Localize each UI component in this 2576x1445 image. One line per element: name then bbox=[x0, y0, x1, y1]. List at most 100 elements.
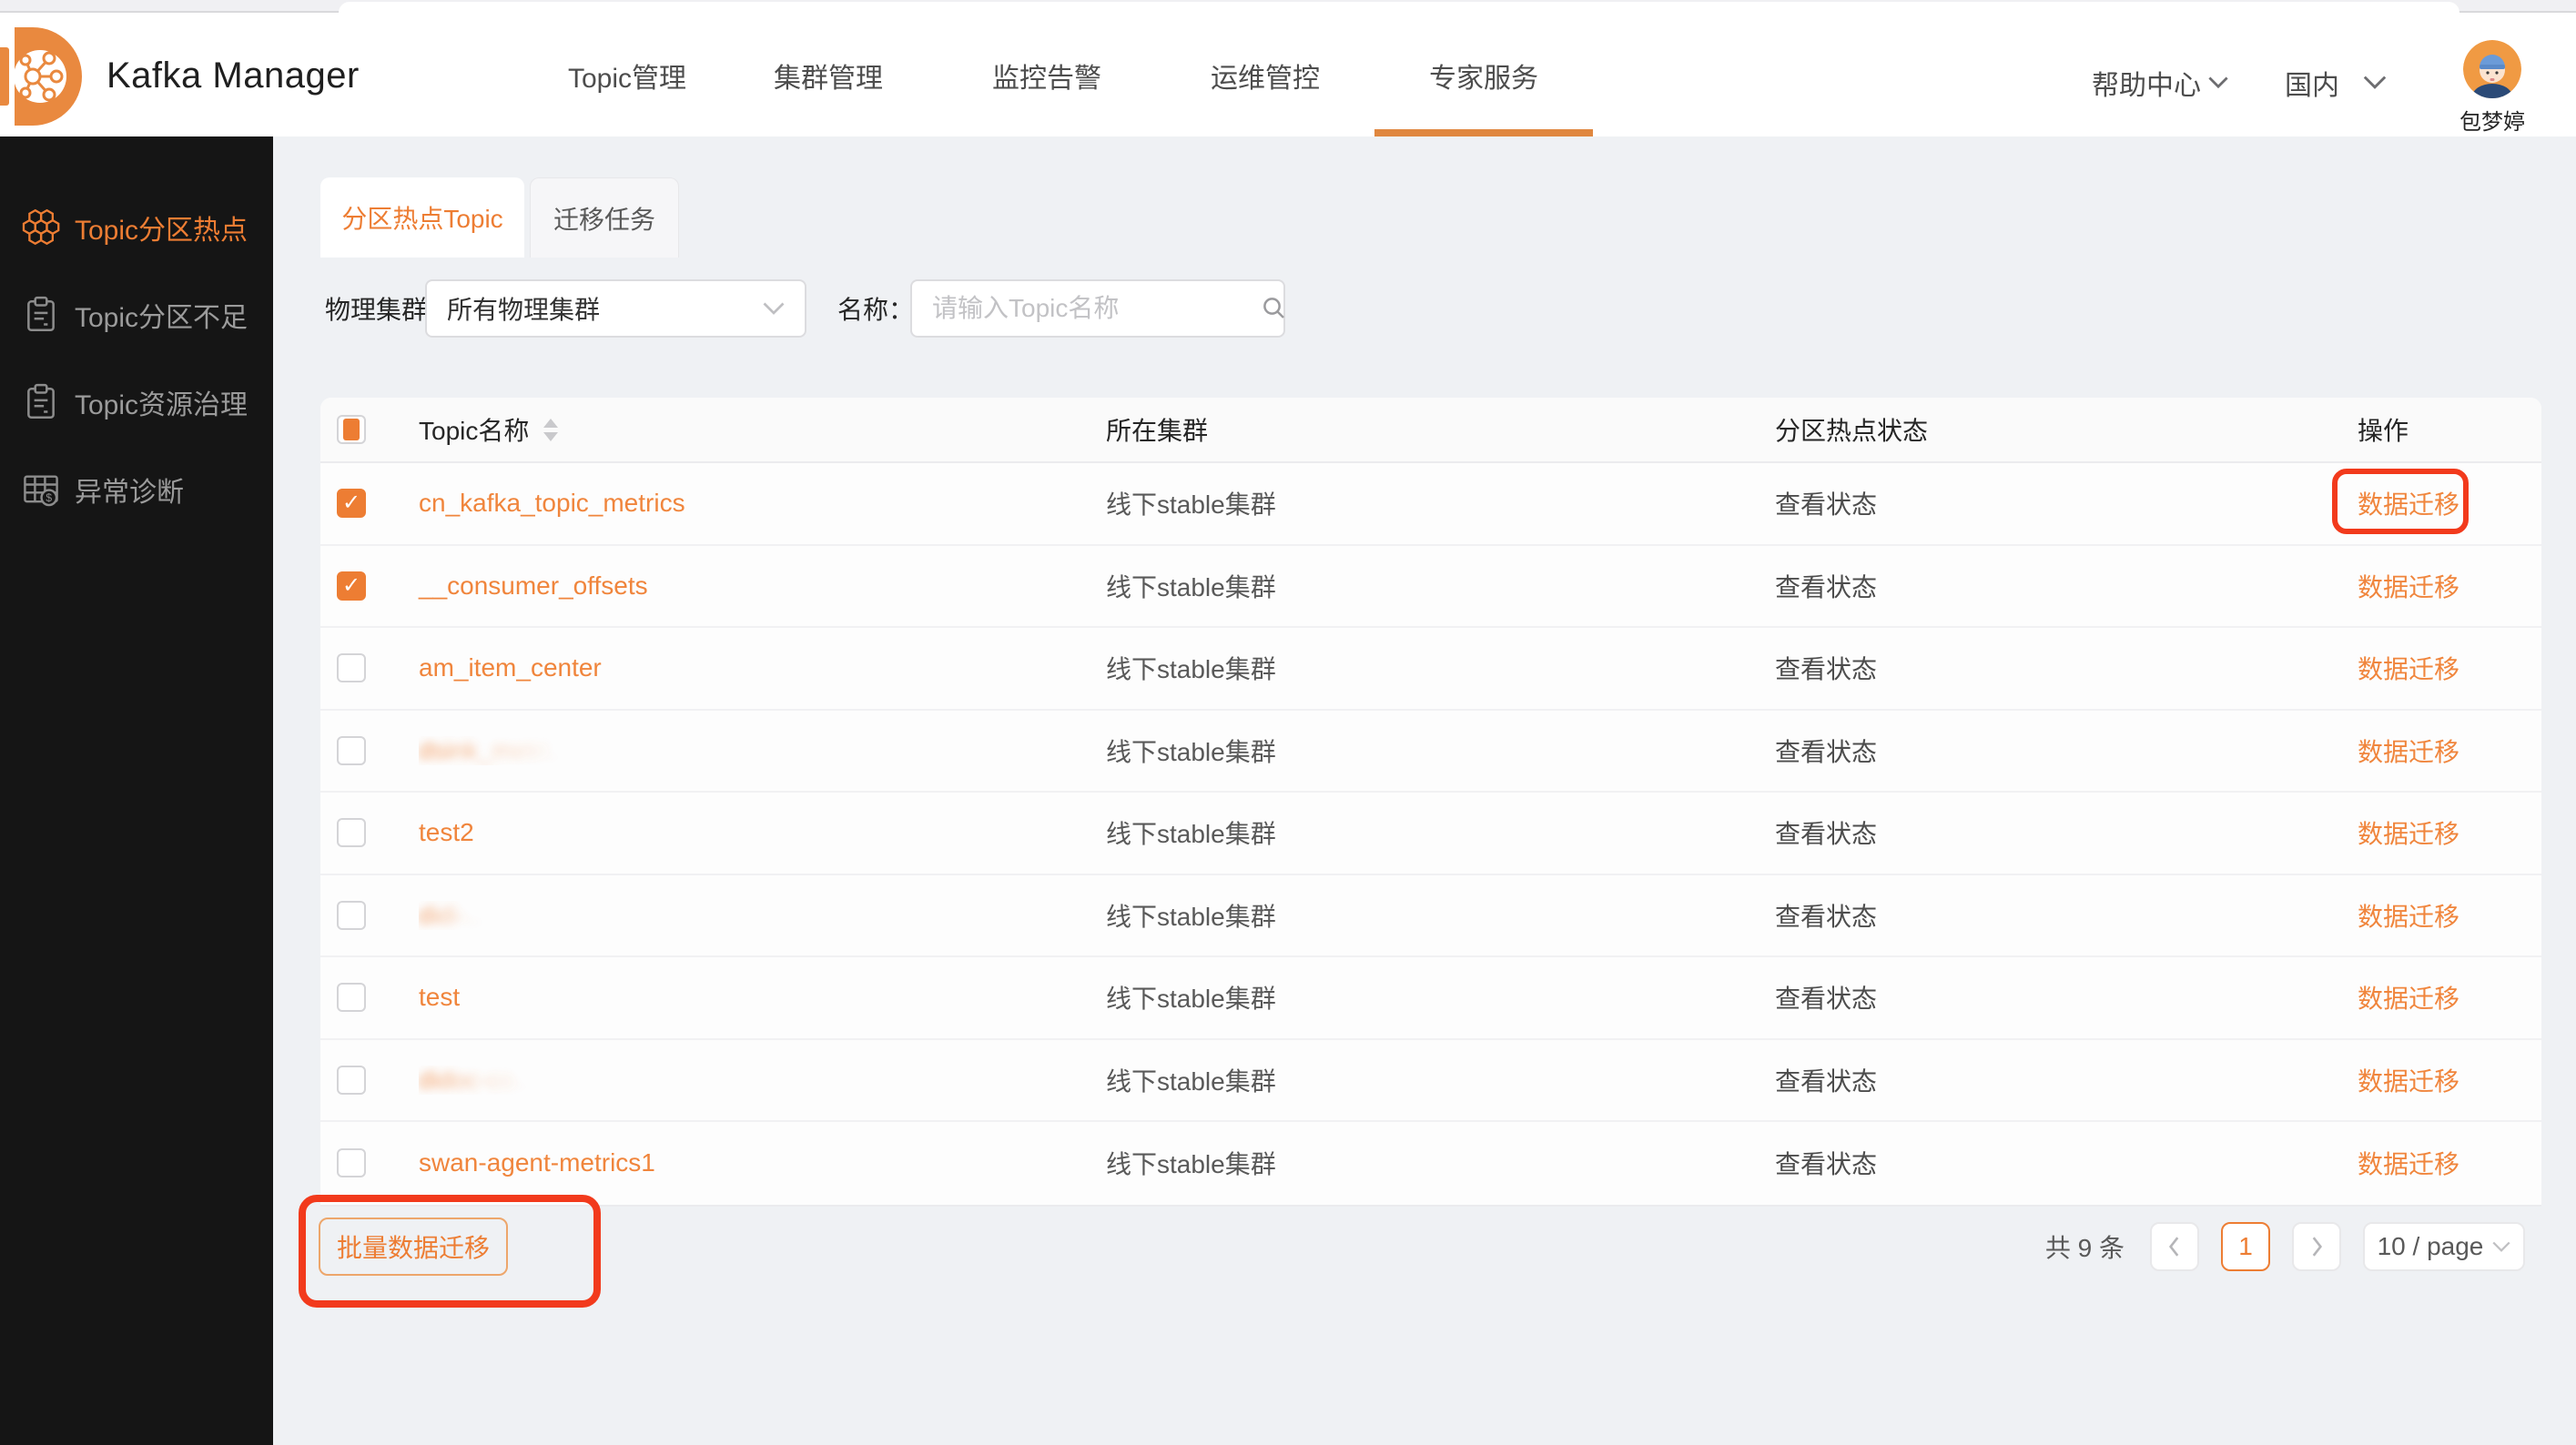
sidebar-item-label: Topic资源治理 bbox=[75, 382, 248, 422]
user-block[interactable]: 包梦婷 bbox=[2459, 40, 2525, 136]
pagination-prev-button[interactable] bbox=[2150, 1222, 2199, 1271]
table-row: ✓ swan-agent-metrics1 线下stable集群 查看状态 数据… bbox=[320, 1122, 2541, 1205]
chevron-down-icon bbox=[763, 302, 785, 316]
data-migration-link[interactable]: 数据迁移 bbox=[2358, 1145, 2459, 1181]
view-status-link[interactable]: 查看状态 bbox=[1775, 1145, 1877, 1181]
data-migration-link[interactable]: 数据迁移 bbox=[2358, 733, 2459, 769]
view-status-link[interactable]: 查看状态 bbox=[1775, 485, 1877, 521]
physical-cluster-value: 所有物理集群 bbox=[447, 290, 763, 327]
table-row: ✓ test2 线下stable集群 查看状态 数据迁移 bbox=[320, 793, 2541, 875]
main-nav: Topic管理 集群管理 监控告警 运维管控 专家服务 bbox=[555, 15, 1648, 136]
topic-name-link[interactable]: cn_kafka_topic_metrics bbox=[419, 489, 685, 518]
tab-migration-tasks[interactable]: 迁移任务 bbox=[530, 177, 679, 258]
topic-name-link[interactable]: dsink_metri... bbox=[419, 736, 571, 765]
table-row: ✓ didi-... 线下stable集群 查看状态 数据迁移 bbox=[320, 875, 2541, 958]
view-status-link[interactable]: 查看状态 bbox=[1775, 979, 1877, 1016]
browser-omnibox-bottom bbox=[339, 2, 2459, 13]
data-migration-link[interactable]: 数据迁移 bbox=[2358, 1062, 2459, 1098]
user-avatar[interactable] bbox=[2463, 40, 2521, 98]
data-migration-link[interactable]: 数据迁移 bbox=[2358, 485, 2459, 521]
data-migration-link[interactable]: 数据迁移 bbox=[2358, 979, 2459, 1016]
nav-topic-management[interactable]: Topic管理 bbox=[555, 15, 699, 136]
sidebar-item-label: Topic分区不足 bbox=[75, 295, 248, 335]
nav-monitor-alert[interactable]: 监控告警 bbox=[992, 15, 1101, 136]
topic-name-link[interactable]: didi-... bbox=[419, 901, 488, 930]
topic-name-search bbox=[910, 279, 1285, 338]
topic-name-link[interactable]: didoc-co... bbox=[419, 1066, 536, 1095]
sidebar-item-label: 异常诊断 bbox=[75, 470, 184, 510]
table-header-row: Topic名称 所在集群 分区热点状态 操作 bbox=[320, 398, 2541, 463]
row-checkbox[interactable]: ✓ bbox=[337, 818, 366, 847]
tab-partition-hotspot-topic[interactable]: 分区热点Topic bbox=[320, 177, 524, 258]
sidebar-item-topic-partition-hotspot[interactable]: Topic分区热点 bbox=[0, 184, 273, 271]
sort-toggle-icon[interactable] bbox=[543, 419, 558, 441]
header-right: 帮助中心 国内 bbox=[2092, 15, 2525, 151]
data-migration-link[interactable]: 数据迁移 bbox=[2358, 650, 2459, 686]
view-status-link[interactable]: 查看状态 bbox=[1775, 733, 1877, 769]
data-migration-link[interactable]: 数据迁移 bbox=[2358, 814, 2459, 851]
batch-data-migration-button[interactable]: 批量数据迁移 bbox=[319, 1218, 508, 1276]
cluster-cell: 线下stable集群 bbox=[1106, 733, 1775, 769]
physical-cluster-select[interactable]: 所有物理集群 bbox=[425, 279, 806, 338]
topic-name-link[interactable]: swan-agent-metrics1 bbox=[419, 1148, 655, 1177]
nav-expert-service[interactable]: 专家服务 bbox=[1429, 15, 1538, 136]
row-checkbox[interactable]: ✓ bbox=[337, 1148, 366, 1177]
column-cluster: 所在集群 bbox=[1106, 411, 1775, 448]
search-icon[interactable] bbox=[1261, 295, 1288, 322]
cluster-cell: 线下stable集群 bbox=[1106, 979, 1775, 1016]
topic-name-link[interactable]: __consumer_offsets bbox=[419, 571, 648, 601]
cluster-cell: 线下stable集群 bbox=[1106, 814, 1775, 851]
sidebar-item-anomaly-diagnosis[interactable]: $ 异常诊断 bbox=[0, 446, 273, 533]
browser-edge-strip bbox=[0, 0, 2576, 13]
sidebar-item-topic-partition-insufficient[interactable]: Topic分区不足 bbox=[0, 271, 273, 359]
cluster-cell: 线下stable集群 bbox=[1106, 897, 1775, 934]
select-all-checkbox[interactable] bbox=[337, 415, 366, 444]
app-header: Kafka Manager Topic管理 集群管理 监控告警 运维管控 专家服… bbox=[0, 15, 2576, 136]
help-center-label: 帮助中心 bbox=[2092, 63, 2201, 103]
topic-name-link[interactable]: test2 bbox=[419, 818, 474, 847]
table-row: ✓ __consumer_offsets 线下stable集群 查看状态 数据迁… bbox=[320, 546, 2541, 629]
topic-name-link[interactable]: test bbox=[419, 983, 460, 1012]
nav-cluster-management[interactable]: 集群管理 bbox=[774, 15, 883, 136]
column-topic-name: Topic名称 bbox=[419, 411, 529, 448]
sidebar: Topic分区热点 Topic分区不足 bbox=[0, 136, 273, 1445]
view-status-link[interactable]: 查看状态 bbox=[1775, 650, 1877, 686]
main-content: 分区热点Topic 迁移任务 物理集群： 所有物理集群 名称： bbox=[273, 136, 2576, 1445]
cluster-cell: 线下stable集群 bbox=[1106, 1062, 1775, 1098]
pagination: 共 9 条 1 10 / page bbox=[2045, 1221, 2525, 1272]
row-checkbox[interactable]: ✓ bbox=[337, 1066, 366, 1095]
data-migration-link[interactable]: 数据迁移 bbox=[2358, 897, 2459, 934]
column-actions: 操作 bbox=[2358, 411, 2541, 448]
view-status-link[interactable]: 查看状态 bbox=[1775, 897, 1877, 934]
row-checkbox[interactable]: ✓ bbox=[337, 571, 366, 601]
svg-text:$: $ bbox=[46, 491, 52, 504]
row-checkbox[interactable]: ✓ bbox=[337, 736, 366, 765]
cluster-cell: 线下stable集群 bbox=[1106, 1145, 1775, 1181]
row-checkbox[interactable]: ✓ bbox=[337, 901, 366, 930]
view-status-link[interactable]: 查看状态 bbox=[1775, 568, 1877, 604]
row-checkbox[interactable]: ✓ bbox=[337, 653, 366, 682]
chevron-down-icon bbox=[2208, 76, 2228, 89]
region-menu[interactable]: 国内 bbox=[2285, 63, 2387, 103]
cluster-cell: 线下stable集群 bbox=[1106, 650, 1775, 686]
topic-name-input[interactable] bbox=[932, 294, 1261, 323]
pagination-page-1[interactable]: 1 bbox=[2221, 1222, 2270, 1271]
filter-bar: 物理集群： 所有物理集群 名称： bbox=[273, 281, 2576, 336]
app-title: Kafka Manager bbox=[106, 15, 360, 136]
help-center-menu[interactable]: 帮助中心 bbox=[2092, 63, 2228, 103]
honeycomb-icon bbox=[20, 207, 62, 248]
pagination-next-button[interactable] bbox=[2292, 1222, 2341, 1271]
user-name: 包梦婷 bbox=[2459, 104, 2525, 136]
data-migration-link[interactable]: 数据迁移 bbox=[2358, 568, 2459, 604]
chevron-left-icon bbox=[2167, 1236, 2182, 1258]
region-label: 国内 bbox=[2285, 63, 2339, 103]
chevron-down-icon bbox=[2363, 76, 2387, 90]
row-checkbox[interactable]: ✓ bbox=[337, 489, 366, 518]
view-status-link[interactable]: 查看状态 bbox=[1775, 1062, 1877, 1098]
view-status-link[interactable]: 查看状态 bbox=[1775, 814, 1877, 851]
topic-name-link[interactable]: am_item_center bbox=[419, 653, 602, 682]
nav-ops-control[interactable]: 运维管控 bbox=[1211, 15, 1320, 136]
row-checkbox[interactable]: ✓ bbox=[337, 983, 366, 1012]
page-size-select[interactable]: 10 / page bbox=[2363, 1222, 2525, 1271]
sidebar-item-topic-resource-governance[interactable]: Topic资源治理 bbox=[0, 359, 273, 446]
